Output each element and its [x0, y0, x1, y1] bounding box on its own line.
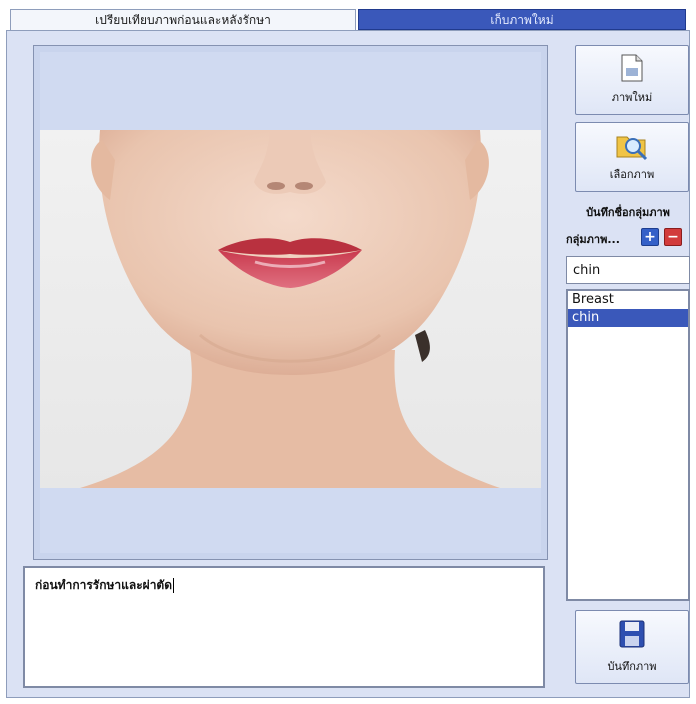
- group-list[interactable]: Breast chin: [566, 289, 690, 601]
- notes-text: ก่อนทำการรักษาและผ่าตัด: [35, 578, 175, 593]
- notes-textarea[interactable]: ก่อนทำการรักษาและผ่าตัด: [23, 566, 545, 688]
- new-document-icon: [621, 54, 643, 82]
- minus-icon: −: [667, 229, 679, 245]
- image-viewer: [40, 52, 541, 553]
- group-section-title: บันทึกชื่อกลุ่มภาพ: [586, 206, 670, 219]
- list-item[interactable]: Breast: [568, 291, 688, 309]
- image-viewer-panel: [33, 45, 548, 560]
- choose-image-button[interactable]: เลือกภาพ: [575, 122, 689, 192]
- tab-new-image[interactable]: เก็บภาพใหม่: [358, 9, 686, 30]
- floppy-disk-icon: [619, 620, 645, 648]
- group-label: กลุ่มภาพ...: [566, 233, 620, 246]
- plus-icon: +: [644, 229, 656, 245]
- list-item[interactable]: chin: [568, 309, 688, 327]
- remove-group-button[interactable]: −: [664, 228, 682, 246]
- folder-search-icon: [616, 136, 648, 161]
- patient-face-photo: [40, 130, 541, 488]
- add-group-button[interactable]: +: [641, 228, 659, 246]
- group-name-input[interactable]: [566, 256, 690, 284]
- save-image-button[interactable]: บันทึกภาพ: [575, 610, 689, 684]
- new-image-button[interactable]: ภาพใหม่: [575, 45, 689, 115]
- tab-compare[interactable]: เปรียบเทียบภาพก่อนและหลังรักษา: [10, 9, 356, 30]
